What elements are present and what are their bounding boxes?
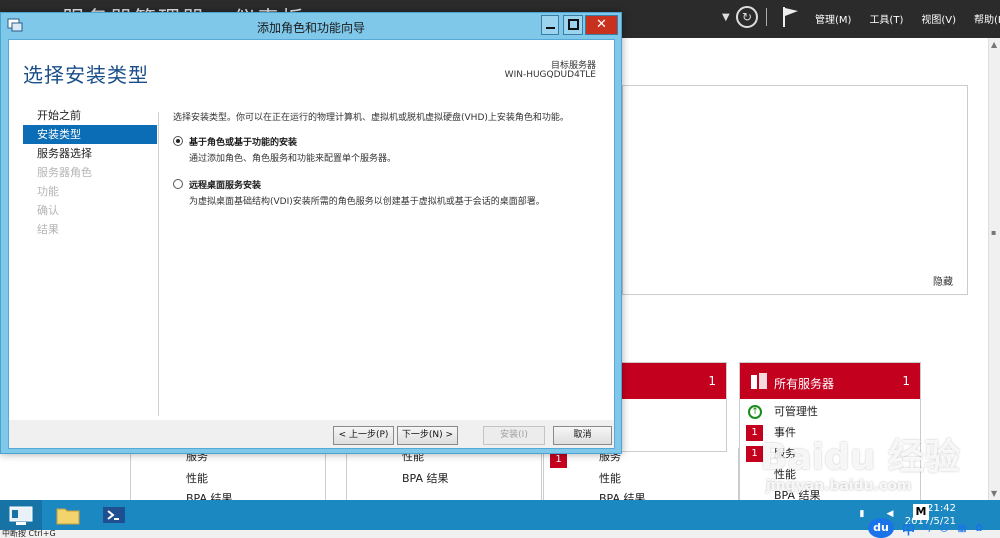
tile-column[interactable]: 性能 BPA 结果: [346, 448, 542, 500]
radio-role-based[interactable]: [173, 136, 183, 146]
close-icon: ✕: [596, 17, 607, 32]
cancel-button[interactable]: 取消: [553, 426, 612, 445]
tile-bottom-strip: 服务 性能 BPA 结果 性能 BPA 结果 1 服务 性能 BPA 结果: [130, 448, 988, 505]
header-divider: [766, 8, 767, 26]
network-icon[interactable]: ▮: [856, 508, 868, 520]
nav-step-server-selection[interactable]: 服务器选择: [23, 144, 157, 163]
tile-row-events[interactable]: 1 事件: [740, 422, 920, 443]
nav-step-confirmation: 确认: [37, 204, 59, 217]
status-ok-icon: ↑: [748, 405, 762, 419]
option-title: 基于角色或基于功能的安装: [189, 138, 298, 148]
powershell-icon[interactable]: [94, 500, 134, 530]
scroll-up-icon[interactable]: ▲: [991, 40, 997, 49]
menu-manage[interactable]: 管理(M): [815, 11, 851, 26]
wizard-main: 开始之前 安装类型 服务器选择 服务器角色 功能 确认 结果 选择安装类型。你可…: [9, 100, 614, 420]
row-label: 性能: [599, 472, 621, 485]
add-roles-wizard-dialog: 添加角色和功能向导 ✕ 选择安装类型 目标服务器 WIN-HUGQDUD4TLE…: [0, 12, 622, 454]
radio-remote-desktop[interactable]: [173, 179, 183, 189]
row-label: 性能: [186, 472, 208, 485]
server-icon: [750, 372, 768, 390]
tile-count: 1: [902, 374, 910, 388]
nav-step-results: 结果: [37, 223, 59, 236]
dialog-titlebar[interactable]: 添加角色和功能向导 ✕: [1, 13, 621, 39]
row-label: BPA 结果: [402, 472, 449, 485]
tile-row-manageability[interactable]: ↑ 可管理性: [740, 401, 920, 422]
hide-link[interactable]: 隐藏: [933, 273, 953, 288]
tile-column[interactable]: 服务 性能 BPA 结果: [130, 448, 326, 505]
tile-header: 所有服务器 1: [740, 363, 920, 399]
alert-badge: 1: [746, 425, 763, 441]
notification-flag-icon[interactable]: [782, 6, 800, 28]
wizard-step-nav: 开始之前 安装类型 服务器选择 服务器角色 功能 确认 结果: [23, 106, 157, 239]
option-remote-desktop[interactable]: 远程桌面服务安装 为虚拟桌面基础结构(VDI)安装所需的角色服务以创建基于虚拟机…: [173, 178, 603, 207]
tile-column[interactable]: 1 服务 性能 BPA 结果: [543, 448, 739, 505]
nav-step-installation-type[interactable]: 安装类型: [23, 125, 157, 144]
dialog-body: 选择安装类型 目标服务器 WIN-HUGQDUD4TLE 开始之前 安装类型 服…: [8, 39, 615, 449]
next-button[interactable]: 下一步(N) >: [397, 426, 458, 445]
skin-icon[interactable]: ✿: [975, 523, 983, 534]
minimize-button[interactable]: [541, 15, 559, 35]
nav-step-before-you-begin[interactable]: 开始之前: [23, 106, 157, 125]
status-line: 中断按 Ctrl+G: [0, 530, 1000, 538]
page-title: 选择安装类型: [23, 63, 149, 87]
install-button: 安装(I): [483, 426, 545, 445]
option-role-based[interactable]: 基于角色或基于功能的安装 通过添加角色、角色服务和功能来配置单个服务器。: [173, 135, 603, 164]
installation-type-panel: 选择安装类型。你可以在正在运行的物理计算机、虚拟机或脱机虚拟硬盘(VHD)上安装…: [173, 110, 603, 207]
row-label: 事件: [774, 426, 796, 439]
ime-toolbar: du 中 º, ☺ ▦ ✿: [868, 518, 983, 538]
start-button[interactable]: [0, 500, 42, 530]
emoji-icon[interactable]: ☺: [939, 523, 949, 534]
ime-language-toggle[interactable]: 中: [902, 519, 915, 538]
menu-tools[interactable]: 工具(T): [869, 11, 903, 26]
file-explorer-icon[interactable]: [48, 500, 88, 530]
destination-server-name: WIN-HUGQDUD4TLE: [504, 70, 596, 80]
keyboard-icon[interactable]: ▦: [957, 523, 966, 534]
intro-text: 选择安装类型。你可以在正在运行的物理计算机、虚拟机或脱机虚拟硬盘(VHD)上安装…: [173, 113, 569, 123]
option-title: 远程桌面服务安装: [189, 181, 262, 191]
taskbar: ▮ ◀ 21:42 2017/5/21: [0, 500, 1000, 530]
punctuation-icon[interactable]: º,: [923, 523, 931, 534]
welcome-panel: [622, 85, 968, 295]
row-label: 可管理性: [774, 405, 818, 418]
tile-title: 所有服务器: [774, 377, 835, 391]
dialog-title: 添加角色和功能向导: [256, 21, 365, 35]
wizard-header: 选择安装类型 目标服务器 WIN-HUGQDUD4TLE: [9, 40, 614, 100]
nav-step-features: 功能: [37, 185, 59, 198]
nav-divider: [158, 112, 159, 416]
scroll-down-icon[interactable]: ▼: [991, 489, 997, 498]
menu-help[interactable]: 帮助(H): [974, 11, 1000, 26]
nav-step-server-roles: 服务器角色: [37, 166, 92, 179]
dropdown-arrow-icon[interactable]: ▼: [722, 12, 730, 34]
refresh-icon[interactable]: ↻: [736, 6, 758, 28]
server-manager-menu: 管理(M) 工具(T) 视图(V) 帮助(H): [815, 11, 1000, 26]
close-button[interactable]: ✕: [585, 15, 618, 35]
scroll-thumb[interactable]: ▪: [991, 228, 996, 237]
option-description: 通过添加角色、角色服务和功能来配置单个服务器。: [189, 154, 397, 164]
tile-count: 1: [708, 374, 716, 388]
wizard-footer: < 上一步(P) 下一步(N) > 安装(I) 取消: [9, 420, 614, 448]
alert-badge: 1: [550, 452, 567, 468]
maximize-button[interactable]: [563, 15, 583, 35]
menu-view[interactable]: 视图(V): [921, 11, 956, 26]
option-description: 为虚拟桌面基础结构(VDI)安装所需的角色服务以创建基于虚拟机或基于会话的桌面部…: [189, 197, 545, 207]
previous-button[interactable]: < 上一步(P): [333, 426, 394, 445]
baidu-ime-logo-icon[interactable]: du: [868, 518, 894, 538]
dashboard-scrollbar[interactable]: ▲ ▪ ▼: [988, 38, 1000, 500]
